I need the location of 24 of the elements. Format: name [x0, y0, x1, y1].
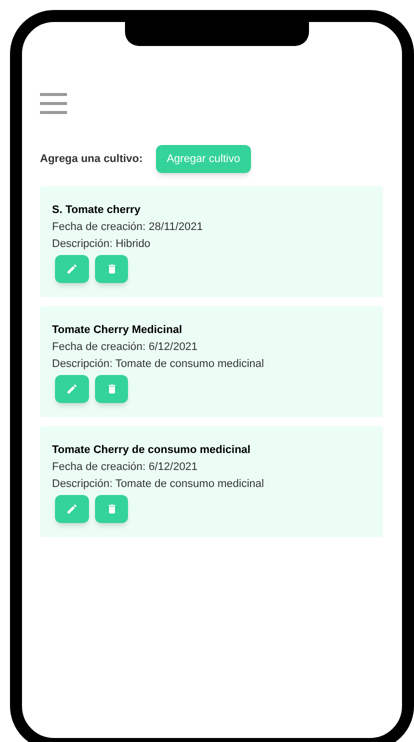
- delete-button[interactable]: [95, 255, 128, 283]
- crop-description: Descripción: Tomate de consumo medicinal: [52, 357, 265, 372]
- pencil-icon: [66, 383, 78, 395]
- delete-button[interactable]: [95, 495, 128, 523]
- creation-date: Fecha de creación: 28/11/2021: [52, 220, 204, 235]
- edit-button[interactable]: [55, 255, 89, 283]
- creation-date: Fecha de creación: 6/12/2021: [52, 340, 199, 355]
- add-crop-button[interactable]: Agregar cultivo: [156, 145, 252, 173]
- pencil-icon: [66, 503, 78, 515]
- crop-description: Descripción: Tomate de consumo medicinal: [52, 477, 265, 492]
- trash-icon: [106, 383, 118, 395]
- menu-icon[interactable]: [40, 93, 67, 114]
- trash-icon: [106, 503, 118, 515]
- crop-name: S. Tomate cherry: [52, 203, 142, 218]
- add-crop-label: Agrega una cultivo:: [40, 152, 143, 167]
- creation-date: Fecha de creación: 6/12/2021: [52, 460, 199, 475]
- edit-button[interactable]: [55, 375, 89, 403]
- crop-name: Tomate Cherry de consumo medicinal: [52, 443, 252, 458]
- delete-button[interactable]: [95, 375, 128, 403]
- trash-icon: [106, 263, 118, 275]
- edit-button[interactable]: [55, 495, 89, 523]
- crop-name: Tomate Cherry Medicinal: [52, 323, 183, 338]
- crop-description: Descripción: Hibrido: [52, 237, 152, 252]
- pencil-icon: [66, 263, 78, 275]
